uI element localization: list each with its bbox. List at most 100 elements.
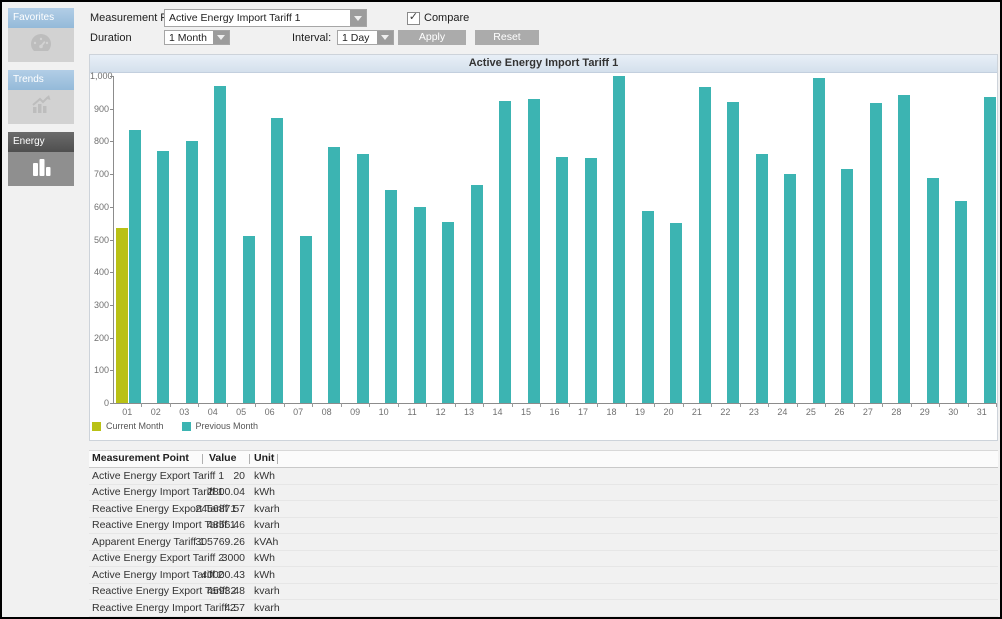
bar-group-11 xyxy=(399,76,427,403)
x-axis-tick-label: 01 xyxy=(113,407,141,417)
legend-item: Previous Month xyxy=(182,421,259,431)
x-axis-tick-label: 06 xyxy=(255,407,283,417)
bar-previous-month-15[interactable] xyxy=(528,99,540,403)
table-body: Active Energy Export Tariff 120kWhActive… xyxy=(89,468,998,619)
table-row[interactable]: Active Energy Import Tariff 240000.43kWh xyxy=(89,567,998,584)
bar-previous-month-20[interactable] xyxy=(670,223,682,403)
bar-group-26 xyxy=(826,76,854,403)
sidebar-item-energy[interactable]: Energy xyxy=(8,132,74,186)
x-axis-tick-label: 10 xyxy=(369,407,397,417)
x-axis-tick-label: 27 xyxy=(854,407,882,417)
x-axis-tick xyxy=(996,403,997,407)
measurement-point-select[interactable]: Active Energy Import Tariff 1 xyxy=(164,9,367,27)
duration-select[interactable]: 1 Month xyxy=(164,30,230,45)
bar-previous-month-08[interactable] xyxy=(328,147,340,403)
x-axis-tick-label: 31 xyxy=(968,407,996,417)
bar-group-25 xyxy=(798,76,826,403)
bar-group-10 xyxy=(370,76,398,403)
bar-previous-month-01[interactable] xyxy=(129,130,141,403)
bar-previous-month-26[interactable] xyxy=(841,169,853,403)
cell-unit: kWh xyxy=(254,470,275,482)
sidebar-item-favorites[interactable]: Favorites xyxy=(8,8,74,62)
bar-previous-month-02[interactable] xyxy=(157,151,169,403)
bar-current-month-01[interactable] xyxy=(116,228,128,403)
bar-previous-month-06[interactable] xyxy=(271,118,283,403)
table-row[interactable]: Active Energy Export Tariff 23000kWh xyxy=(89,551,998,568)
compare-checkbox[interactable]: ✓ xyxy=(407,12,420,25)
y-axis-tick xyxy=(110,207,113,208)
bar-previous-month-18[interactable] xyxy=(613,76,625,403)
y-axis-tick xyxy=(110,174,113,175)
bar-previous-month-28[interactable] xyxy=(898,95,910,403)
duration-label: Duration xyxy=(90,32,132,44)
cell-value: 3000 xyxy=(169,552,245,564)
x-axis-tick-label: 25 xyxy=(797,407,825,417)
bar-previous-month-16[interactable] xyxy=(556,157,568,403)
x-axis-tick-label: 15 xyxy=(512,407,540,417)
table-row[interactable]: Reactive Energy Export Tariff 1245687.57… xyxy=(89,501,998,518)
bar-previous-month-29[interactable] xyxy=(927,178,939,403)
table-row[interactable]: Active Energy Import Tariff 12800.04kWh xyxy=(89,485,998,502)
bar-previous-month-17[interactable] xyxy=(585,158,597,403)
x-axis-tick-label: 26 xyxy=(825,407,853,417)
bar-previous-month-23[interactable] xyxy=(756,154,768,403)
bar-group-15 xyxy=(513,76,541,403)
bar-previous-month-19[interactable] xyxy=(642,211,654,403)
x-axis-tick-label: 28 xyxy=(882,407,910,417)
y-axis-tick xyxy=(110,272,113,273)
bar-previous-month-04[interactable] xyxy=(214,86,226,403)
bar-previous-month-14[interactable] xyxy=(499,101,511,403)
bar-previous-month-25[interactable] xyxy=(813,78,825,403)
x-axis-tick-label: 29 xyxy=(911,407,939,417)
bar-group-22 xyxy=(712,76,740,403)
y-axis-tick xyxy=(110,109,113,110)
bar-previous-month-12[interactable] xyxy=(442,222,454,403)
x-axis-tick-label: 20 xyxy=(654,407,682,417)
bar-previous-month-11[interactable] xyxy=(414,207,426,403)
chevron-down-icon[interactable] xyxy=(213,31,229,44)
table-header: Measurement Point Value Unit xyxy=(89,450,998,468)
x-axis-tick-label: 12 xyxy=(426,407,454,417)
bar-group-31 xyxy=(969,76,997,403)
bar-previous-month-05[interactable] xyxy=(243,236,255,403)
sidebar-item-trends[interactable]: Trends xyxy=(8,70,74,124)
chart-title: Active Energy Import Tariff 1 xyxy=(90,55,997,73)
y-axis-tick xyxy=(110,141,113,142)
bar-previous-month-22[interactable] xyxy=(727,102,739,403)
bar-previous-month-21[interactable] xyxy=(699,87,711,403)
bar-previous-month-10[interactable] xyxy=(385,190,397,403)
bar-previous-month-07[interactable] xyxy=(300,236,312,403)
reset-button[interactable]: Reset xyxy=(475,30,539,45)
bar-group-29 xyxy=(912,76,940,403)
y-axis-tick-label: 700 xyxy=(90,169,109,179)
bar-previous-month-03[interactable] xyxy=(186,141,198,403)
x-axis-tick-label: 16 xyxy=(540,407,568,417)
apply-button[interactable]: Apply xyxy=(398,30,466,45)
table-row[interactable]: Apparent Energy Tariff 1305769.26kVAh xyxy=(89,534,998,551)
table-row[interactable]: Reactive Energy Import Tariff 14856.46kv… xyxy=(89,518,998,535)
interval-value: 1 Day xyxy=(338,31,377,44)
bar-group-04 xyxy=(199,76,227,403)
bar-group-27 xyxy=(855,76,883,403)
trend-chart-icon xyxy=(28,93,54,122)
bar-chart-icon xyxy=(28,154,54,185)
bar-previous-month-24[interactable] xyxy=(784,174,796,403)
chevron-down-icon[interactable] xyxy=(377,31,393,44)
bar-previous-month-27[interactable] xyxy=(870,103,882,403)
bar-previous-month-31[interactable] xyxy=(984,97,996,403)
measurement-point-value: Active Energy Import Tariff 1 xyxy=(165,10,350,26)
bar-group-07 xyxy=(285,76,313,403)
plot-area xyxy=(113,76,997,404)
bar-previous-month-09[interactable] xyxy=(357,154,369,403)
x-axis-tick-label: 11 xyxy=(398,407,426,417)
table-row[interactable]: Active Energy Export Tariff 120kWh xyxy=(89,468,998,485)
chevron-down-icon[interactable] xyxy=(350,10,366,26)
bar-previous-month-30[interactable] xyxy=(955,201,967,403)
cell-value: 40000.43 xyxy=(169,569,245,581)
x-axis-tick-label: 02 xyxy=(141,407,169,417)
table-row[interactable]: Reactive Energy Import Tariff 24.57kvarh xyxy=(89,600,998,617)
table-row[interactable]: Reactive Energy Export Tariff 24593.48kv… xyxy=(89,584,998,601)
interval-select[interactable]: 1 Day xyxy=(337,30,394,45)
bar-previous-month-13[interactable] xyxy=(471,185,483,403)
y-axis-tick-label: 1,000 xyxy=(90,71,109,81)
